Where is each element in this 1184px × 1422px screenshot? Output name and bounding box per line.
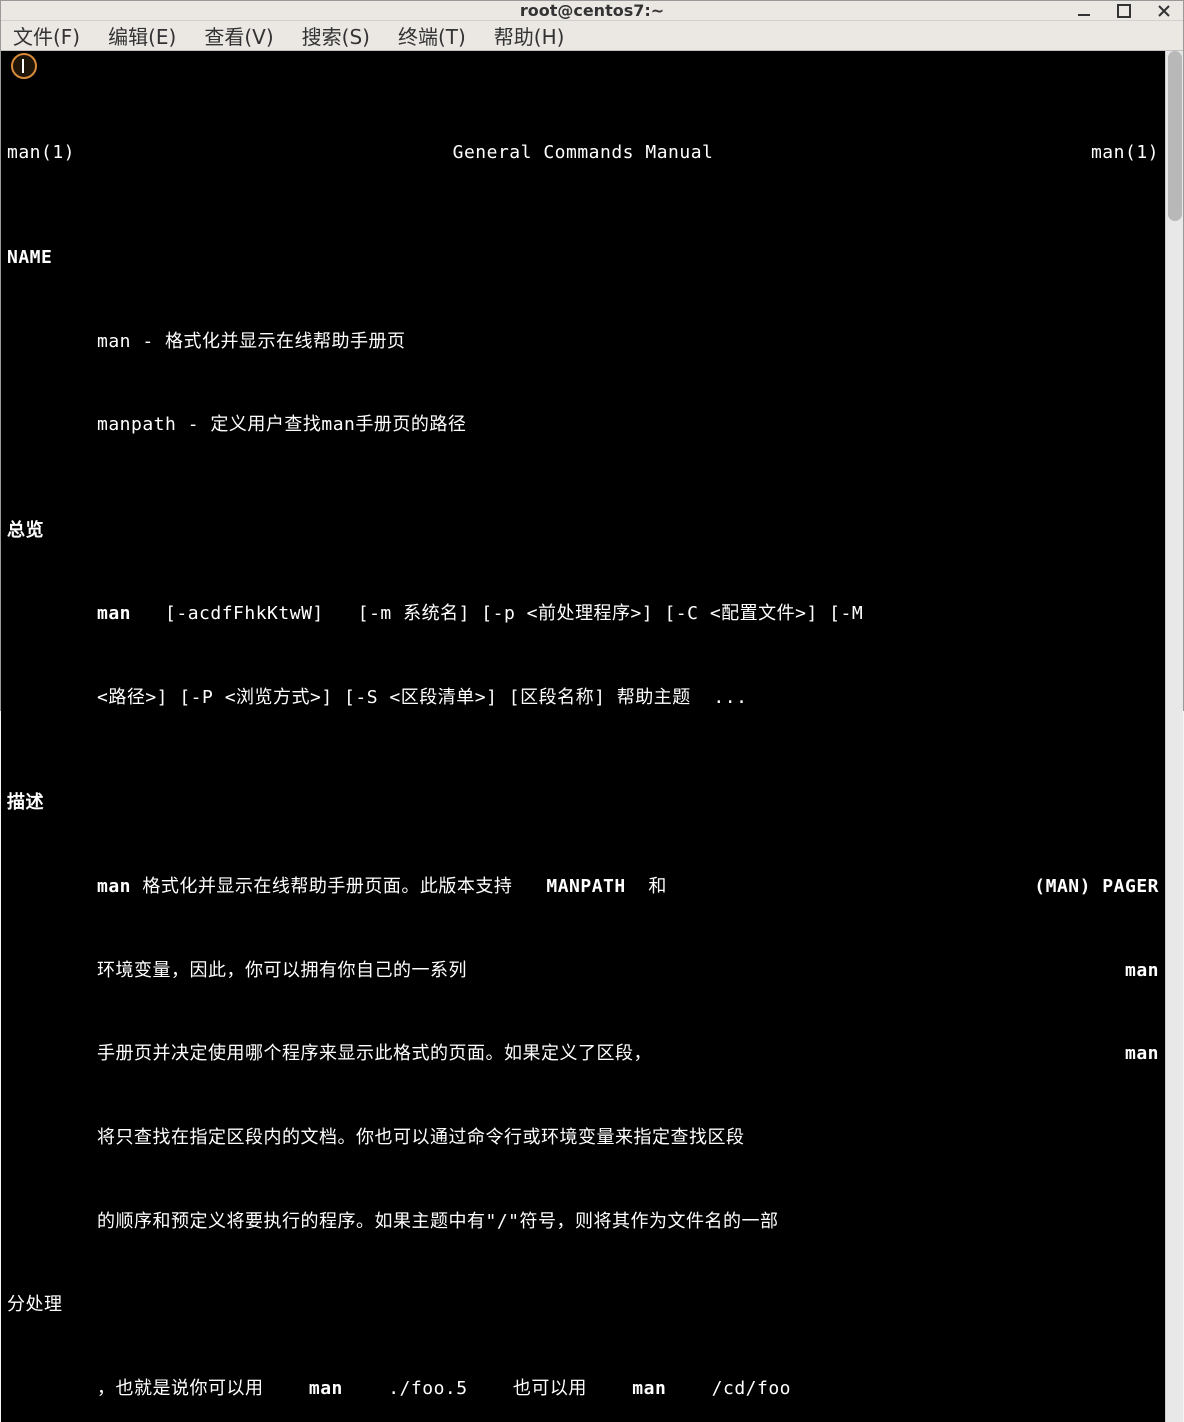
- bold-man: man: [97, 876, 131, 897]
- terminal-content[interactable]: man(1) General Commands Manual man(1) NA…: [1, 51, 1165, 1422]
- name-line-1: man - 格式化并显示在线帮助手册页: [7, 328, 1159, 356]
- menu-file[interactable]: 文件(F): [13, 21, 80, 50]
- menu-view[interactable]: 查看(V): [204, 21, 273, 50]
- man-ref-left: man(1): [7, 139, 75, 167]
- man-ref-right: man(1): [1091, 139, 1159, 167]
- name-line-2: manpath - 定义用户查找man手册页的路径: [7, 411, 1159, 439]
- man-header-row: man(1) General Commands Manual man(1): [7, 139, 1159, 167]
- minimize-button[interactable]: [1075, 2, 1093, 20]
- menu-terminal[interactable]: 终端(T): [398, 21, 466, 50]
- section-name-heading: NAME: [7, 244, 1159, 272]
- desc-line-2: 环境变量，因此，你可以拥有你自己的一系列 man: [7, 957, 1159, 985]
- synopsis-line-1: manman [-acdfFhkKtwW] [-m 系统名] [-p <前处理程…: [7, 600, 1159, 628]
- close-button[interactable]: [1155, 2, 1173, 20]
- desc-text-3a: 手册页并决定使用哪个程序来显示此格式的页面。如果定义了区段，: [97, 1040, 652, 1068]
- bold-pager: (MAN) PAGER: [1034, 873, 1159, 901]
- desc-text-7c: ./foo.5 也可以用: [343, 1378, 632, 1399]
- desc-line-1: man 格式化并显示在线帮助手册页面。此版本支持 MANPATH 和 (MAN)…: [7, 873, 1159, 901]
- desc-text-1d: 和: [626, 876, 713, 897]
- section-desc-heading: 描述: [7, 789, 1159, 817]
- desc-text-2a: 环境变量，因此，你可以拥有你自己的一系列: [97, 957, 467, 985]
- synopsis-line-2: <路径>] [-P <浏览方式>] [-S <区段清单>] [区段名称] 帮助主…: [7, 684, 1159, 712]
- titlebar: root@centos7:~: [1, 1, 1183, 21]
- desc-line-4: 将只查找在指定区段内的文档。你也可以通过命令行或环境变量来指定查找区段: [7, 1124, 1159, 1152]
- menubar: 文件(F) 编辑(E) 查看(V) 搜索(S) 终端(T) 帮助(H): [1, 21, 1183, 51]
- terminal-area: man(1) General Commands Manual man(1) NA…: [1, 51, 1183, 1422]
- window-controls: [1075, 1, 1173, 20]
- desc-line-3: 手册页并决定使用哪个程序来显示此格式的页面。如果定义了区段， man: [7, 1040, 1159, 1068]
- scrollbar-thumb[interactable]: [1168, 51, 1182, 221]
- cmd-man: man: [97, 603, 131, 624]
- man-title-center: General Commands Manual: [75, 139, 1091, 167]
- menu-help[interactable]: 帮助(H): [494, 21, 565, 50]
- section-synopsis-heading: 总览: [7, 517, 1159, 545]
- maximize-button[interactable]: [1115, 2, 1133, 20]
- bold-man-7b: man: [309, 1378, 343, 1399]
- window-title: root@centos7:~: [520, 1, 664, 20]
- terminal-window: root@centos7:~ 文件(F) 编辑(E) 查看(V) 搜索(S) 终…: [0, 0, 1184, 711]
- desc-text-1b: 格式化并显示在线帮助手册页面。此版本支持: [131, 876, 546, 897]
- bold-manpath: MANPATH: [546, 876, 625, 897]
- bold-man-2: man: [1125, 957, 1159, 985]
- desc-text-7a: ，也就是说你可以用: [97, 1378, 309, 1399]
- scrollbar[interactable]: [1165, 51, 1183, 1422]
- menu-search[interactable]: 搜索(S): [302, 21, 370, 50]
- desc-line-6: 分处理: [7, 1291, 1159, 1319]
- desc-line-5: 的顺序和预定义将要执行的程序。如果主题中有"/"符号，则将其作为文件名的一部: [7, 1208, 1159, 1236]
- text-cursor-icon: [11, 53, 37, 79]
- menu-edit[interactable]: 编辑(E): [108, 21, 176, 50]
- desc-line-7: ，也就是说你可以用 man ./foo.5 也可以用 man /cd/foo: [7, 1375, 1159, 1403]
- bold-man-7d: man: [632, 1378, 666, 1399]
- bold-man-3: man: [1125, 1040, 1159, 1068]
- desc-text-7e: /cd/foo: [666, 1378, 791, 1399]
